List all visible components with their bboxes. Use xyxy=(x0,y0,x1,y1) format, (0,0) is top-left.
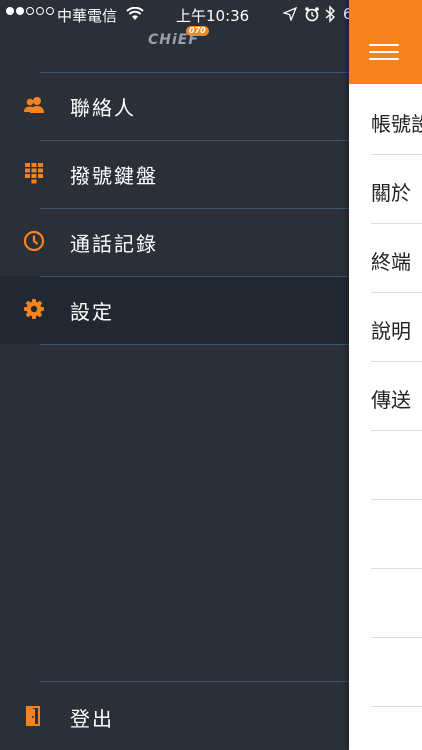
settings-row-terminal[interactable]: 終端 xyxy=(349,224,422,293)
settings-row-empty xyxy=(349,500,422,569)
menu-item-label: 設定 xyxy=(70,300,114,324)
menu-item-label: 撥號鍵盤 xyxy=(70,164,158,188)
panel-header xyxy=(349,0,422,84)
settings-row-empty xyxy=(349,638,422,707)
location-arrow-icon xyxy=(283,7,297,21)
menu-divider xyxy=(40,344,349,345)
menu-bottom-divider-row xyxy=(0,344,349,345)
alarm-icon xyxy=(305,7,319,22)
menu-divider xyxy=(40,72,349,73)
wifi-icon xyxy=(126,7,144,20)
contacts-icon xyxy=(24,97,44,113)
settings-row-empty xyxy=(349,569,422,638)
settings-row-empty xyxy=(349,431,422,500)
logout-label: 登出 xyxy=(70,707,114,731)
row-label: 終端 xyxy=(371,250,411,274)
menu-item-label: 聯絡人 xyxy=(70,96,136,120)
side-menu: 聯絡人 撥號鍵盤 通話記錄 設定 xyxy=(0,72,349,345)
clock-icon xyxy=(23,230,45,252)
menu-divider xyxy=(40,208,349,209)
content-panel: 帳號設 關於 終端 說明 傳送 xyxy=(349,0,422,750)
menu-divider xyxy=(40,140,349,141)
row-label: 關於 xyxy=(371,181,411,205)
chief-logo: CHiEF 070 xyxy=(148,26,209,48)
settings-row-send[interactable]: 傳送 xyxy=(349,362,422,431)
settings-row-help[interactable]: 說明 xyxy=(349,293,422,362)
row-divider xyxy=(371,706,422,707)
row-label: 帳號設 xyxy=(371,112,422,136)
dialpad-icon xyxy=(25,163,43,184)
menu-divider xyxy=(40,681,349,682)
carrier-name: 中華電信 xyxy=(57,7,118,25)
bluetooth-icon xyxy=(325,5,336,23)
row-label: 傳送 xyxy=(371,388,411,412)
gear-icon xyxy=(24,299,44,319)
logout-button[interactable]: 登出 xyxy=(0,681,349,750)
menu-item-call-history[interactable]: 通話記錄 xyxy=(0,208,349,276)
signal-strength-icon xyxy=(6,7,54,15)
status-time: 上午10:36 xyxy=(176,7,250,25)
logo-badge: 070 xyxy=(186,26,209,36)
menu-item-label: 通話記錄 xyxy=(70,232,158,256)
menu-divider xyxy=(40,276,349,277)
hamburger-menu-icon[interactable] xyxy=(369,44,399,60)
menu-item-settings[interactable]: 設定 xyxy=(0,276,349,344)
settings-row-about[interactable]: 關於 xyxy=(349,155,422,224)
menu-item-contacts[interactable]: 聯絡人 xyxy=(0,72,349,140)
door-exit-icon xyxy=(26,706,40,726)
menu-item-dialpad[interactable]: 撥號鍵盤 xyxy=(0,140,349,208)
row-label: 說明 xyxy=(371,319,411,343)
settings-row-account[interactable]: 帳號設 xyxy=(349,86,422,155)
